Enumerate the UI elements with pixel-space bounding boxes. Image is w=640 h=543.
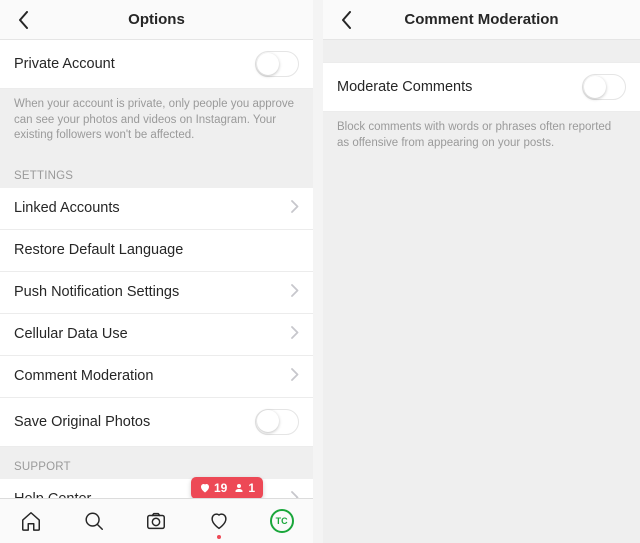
row-label: Cellular Data Use [14,326,128,342]
settings-header: SETTINGS [0,156,313,188]
help-center-row[interactable]: Help Center [0,479,313,498]
row-label: Linked Accounts [14,200,120,216]
page-title: Options [0,11,313,28]
page-title: Comment Moderation [323,11,640,28]
back-button[interactable] [331,0,361,39]
profile-avatar: TC [270,509,294,533]
home-icon [20,510,42,532]
moderation-content: Moderate Comments Block comments with wo… [323,40,640,543]
camera-icon [145,510,167,532]
linked-accounts-row[interactable]: Linked Accounts [0,188,313,230]
bottom-tabbar: TC [0,498,313,543]
row-label: Restore Default Language [14,242,183,258]
moderate-comments-row[interactable]: Moderate Comments [323,62,640,112]
chevron-right-icon [291,200,299,216]
moderate-comments-toggle[interactable] [582,74,626,100]
back-button[interactable] [8,0,38,39]
chevron-right-icon [291,368,299,384]
save-photos-toggle[interactable] [255,409,299,435]
private-account-toggle[interactable] [255,51,299,77]
row-label: Help Center [14,491,91,498]
moderate-comments-note: Block comments with words or phrases oft… [323,112,640,163]
options-content: Private Account When your account is pri… [0,40,313,498]
comment-moderation-screen: Comment Moderation Moderate Comments Blo… [323,0,640,543]
tab-search[interactable] [63,499,126,543]
row-label: Private Account [14,56,115,72]
badge-likes: 19 [214,481,227,495]
navbar-options: Options [0,0,313,40]
restore-language-row[interactable]: Restore Default Language [0,230,313,272]
cellular-data-row[interactable]: Cellular Data Use [0,314,313,356]
support-header: SUPPORT [0,447,313,479]
chevron-left-icon [18,11,29,29]
tab-home[interactable] [0,499,63,543]
row-label: Comment Moderation [14,368,153,384]
chevron-right-icon [291,284,299,300]
tab-activity[interactable] [188,499,251,543]
search-icon [83,510,105,532]
private-account-note: When your account is private, only peopl… [0,89,313,156]
chevron-right-icon [291,326,299,342]
tab-camera[interactable] [125,499,188,543]
activity-badge[interactable]: 19 1 [191,477,263,499]
private-account-row[interactable]: Private Account [0,40,313,89]
row-label: Push Notification Settings [14,284,179,300]
tab-profile[interactable]: TC [250,499,313,543]
navbar-moderation: Comment Moderation [323,0,640,40]
chevron-left-icon [341,11,352,29]
push-notification-row[interactable]: Push Notification Settings [0,272,313,314]
options-screen: Options Private Account When your accoun… [0,0,313,543]
badge-followers: 1 [248,481,255,495]
save-original-photos-row[interactable]: Save Original Photos [0,398,313,447]
comment-moderation-row[interactable]: Comment Moderation [0,356,313,398]
chevron-right-icon [291,491,299,498]
activity-dot [217,535,221,539]
row-label: Save Original Photos [14,414,150,430]
heart-icon [199,482,211,494]
person-icon [233,482,245,494]
heart-outline-icon [208,510,230,532]
row-label: Moderate Comments [337,79,472,95]
